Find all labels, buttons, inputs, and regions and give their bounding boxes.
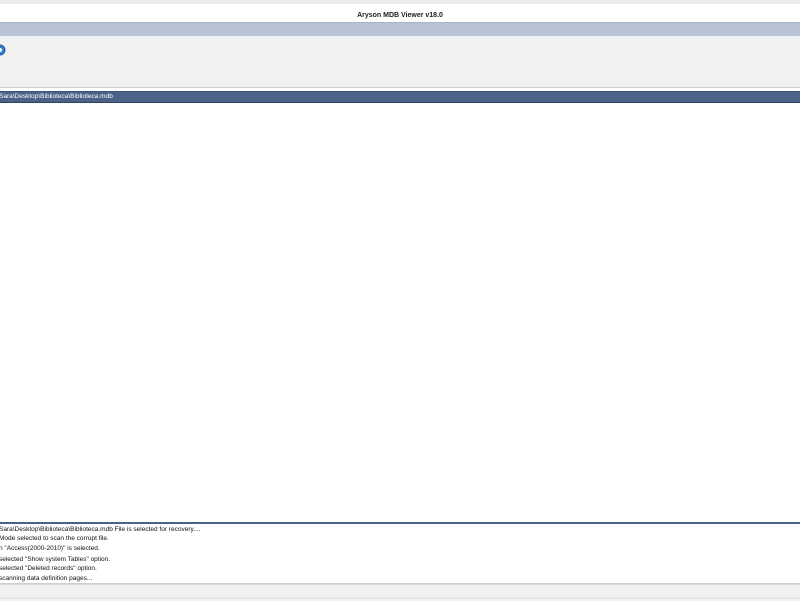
log-line: Mode selected to scan the corrupt file.: [0, 535, 109, 542]
log-line: selected "Show system Tables" option.: [0, 556, 111, 563]
log-line: selected "Deleted records" option.: [0, 565, 97, 572]
file-path-text: Sara\Desktop\Biblioteca\Biblioteca.mdb: [0, 93, 113, 100]
menu-band: [0, 22, 800, 37]
content-pane[interactable]: [0, 104, 800, 523]
log-line: n "Access(2000-2010)" is selected.: [0, 545, 100, 552]
status-bar: [0, 584, 800, 601]
ribbon-mode-button[interactable]: de: [0, 36, 10, 76]
window-title: Aryson MDB Viewer v18.0: [357, 12, 443, 19]
title-bar[interactable]: Aryson MDB Viewer v18.0: [0, 4, 800, 22]
log-line: Sara\Desktop\Biblioteca\Biblioteca.mdb F…: [0, 526, 201, 533]
ribbon-toolbar: de: [0, 36, 800, 123]
log-panel[interactable]: Sara\Desktop\Biblioteca\Biblioteca.mdb F…: [0, 524, 800, 584]
file-path-bar: Sara\Desktop\Biblioteca\Biblioteca.mdb: [0, 91, 800, 103]
horizontal-scrollbar[interactable]: [0, 597, 800, 599]
log-line: scanning data definition pages...: [0, 575, 93, 582]
mode-icon: [0, 44, 6, 56]
